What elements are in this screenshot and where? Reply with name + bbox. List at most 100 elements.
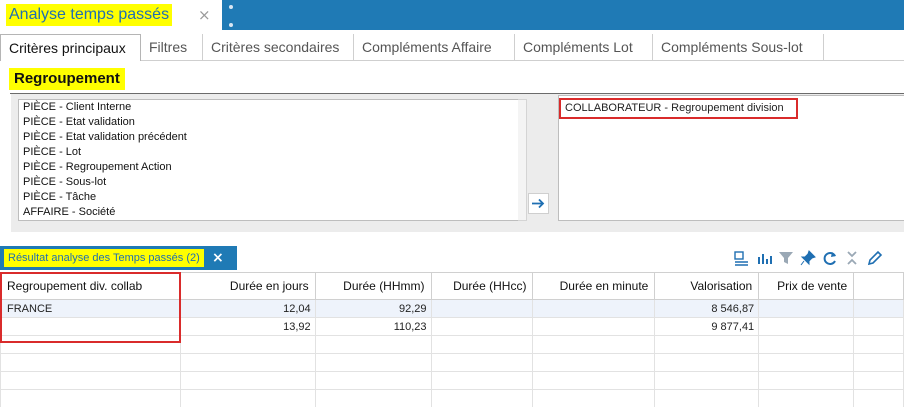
table-cell[interactable] [654,353,760,372]
table-cell[interactable] [0,317,181,336]
table-cell-filler [853,389,904,407]
table-cell[interactable]: 92,29 [314,299,432,318]
table-cell[interactable]: 9 877,41 [654,317,760,336]
table-cell[interactable] [532,299,656,318]
table-cell-filler [853,299,904,318]
table-cell[interactable] [179,389,316,407]
table-cell[interactable] [314,353,432,372]
table-cell[interactable] [532,317,656,336]
table-row[interactable]: 13,92 110,23 9 877,41 [0,317,904,336]
tab-filtres[interactable]: Filtres [141,34,203,60]
table-cell[interactable] [179,353,316,372]
drag-handle-icon[interactable] [228,3,234,29]
collapse-icon[interactable] [843,248,861,268]
table-cell[interactable] [314,389,432,407]
list-item[interactable]: PIÈCE - Etat validation [19,115,519,130]
table-cell[interactable] [758,371,855,390]
result-tab[interactable]: Résultat analyse des Temps passés (2) [4,249,204,267]
table-cell[interactable] [430,299,534,318]
table-cell[interactable] [758,299,855,318]
table-cell[interactable] [0,371,181,390]
column-header-filler [853,272,904,300]
table-row[interactable] [0,389,904,407]
window-title: Analyse temps passés [6,4,173,26]
list-item[interactable]: PIÈCE - Lot [19,145,519,160]
chart-icon[interactable] [755,248,773,268]
column-header[interactable]: Durée en minute [532,272,656,300]
header-row: Regroupement div. collab Durée en jours … [0,272,904,300]
table-cell[interactable] [758,389,855,407]
filter-icon[interactable] [777,248,795,268]
result-grid[interactable]: Regroupement div. collab Durée en jours … [0,272,904,407]
table-cell[interactable] [179,335,316,354]
column-header[interactable]: Durée en jours [179,272,316,300]
table-cell[interactable] [654,389,760,407]
table-cell[interactable] [0,353,181,372]
table-cell[interactable]: FRANCE [0,299,181,318]
table-cell[interactable]: 8 546,87 [654,299,760,318]
pin-icon[interactable] [799,248,817,268]
tab-complements-lot[interactable]: Compléments Lot [515,34,653,60]
list-item[interactable]: PIÈCE - Regroupement Action [19,160,519,175]
table-cell[interactable] [758,353,855,372]
table-cell[interactable] [532,371,656,390]
list-item[interactable]: PIÈCE - Sous-lot [19,175,519,190]
column-header[interactable]: Prix de vente [758,272,855,300]
table-row[interactable] [0,335,904,354]
table-cell[interactable] [430,353,534,372]
table-cell[interactable] [430,371,534,390]
list-item[interactable]: PIÈCE - Tâche [19,190,519,205]
table-cell[interactable] [654,335,760,354]
table-cell[interactable] [430,335,534,354]
column-header[interactable]: Durée (HHcc) [430,272,534,300]
result-table: Regroupement div. collab Durée en jours … [0,272,904,407]
table-cell-filler [853,353,904,372]
table-cell[interactable] [532,353,656,372]
arrow-right-icon [532,198,545,209]
table-cell-filler [853,371,904,390]
table-cell[interactable] [758,335,855,354]
table-row[interactable]: FRANCE 12,04 92,29 8 546,87 [0,299,904,318]
close-icon[interactable]: × [198,6,211,24]
result-toolbar [733,248,904,268]
table-cell[interactable] [532,389,656,407]
table-cell[interactable] [758,317,855,336]
table-cell[interactable] [179,371,316,390]
available-list-scrollbar[interactable] [518,99,527,221]
table-cell[interactable]: 13,92 [179,317,316,336]
table-cell[interactable] [654,371,760,390]
table-cell[interactable] [430,389,534,407]
column-header[interactable]: Durée (HHmm) [314,272,432,300]
table-row[interactable] [0,353,904,372]
criteria-tabs: Critères principaux Filtres Critères sec… [0,34,904,61]
selected-fields-list[interactable]: COLLABORATEUR - Regroupement division [558,95,904,221]
table-cell[interactable] [0,335,181,354]
table-cell[interactable]: 12,04 [179,299,316,318]
table-cell-filler [853,317,904,336]
table-row[interactable] [0,371,904,390]
columns-icon[interactable] [733,248,751,268]
table-cell[interactable] [430,317,534,336]
add-field-button[interactable] [528,193,549,214]
list-item[interactable]: PIÈCE - Etat validation précédent [19,130,519,145]
selected-field-item[interactable]: COLLABORATEUR - Regroupement division [559,98,798,119]
tab-criteres-principaux[interactable]: Critères principaux [0,34,141,61]
tab-complements-sous-lot[interactable]: Compléments Sous-lot [653,34,824,60]
table-cell[interactable] [314,371,432,390]
table-cell-filler [853,335,904,354]
refresh-icon[interactable] [821,248,839,268]
available-fields-list[interactable]: PIÈCE - Client Interne PIÈCE - Etat vali… [18,99,520,221]
column-header[interactable]: Valorisation [654,272,760,300]
tab-criteres-secondaires[interactable]: Critères secondaires [203,34,354,60]
table-cell[interactable] [0,389,181,407]
list-item[interactable]: AFFAIRE - Société [19,205,519,220]
table-cell[interactable]: 110,23 [314,317,432,336]
tab-complements-affaire[interactable]: Compléments Affaire [354,34,515,60]
list-item[interactable]: PIÈCE - Client Interne [19,100,519,115]
table-cell[interactable] [532,335,656,354]
column-header[interactable]: Regroupement div. collab [0,272,181,300]
edit-icon[interactable] [865,248,883,268]
document-tab[interactable]: Analyse temps passés × [0,0,222,30]
close-icon[interactable]: × [212,250,224,266]
table-cell[interactable] [314,335,432,354]
